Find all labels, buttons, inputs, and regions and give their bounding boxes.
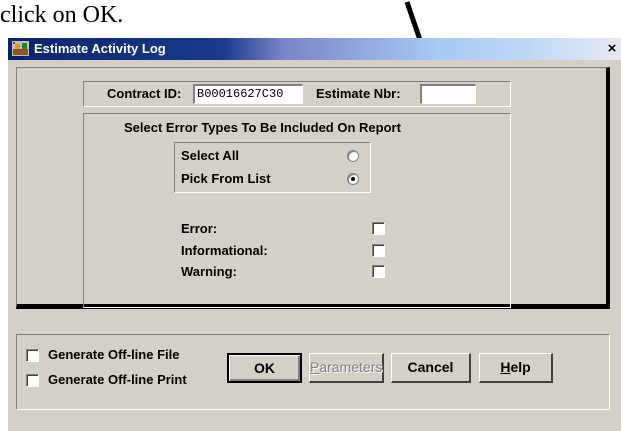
contract-row: Contract ID: B00016627C30 Estimate Nbr: [83, 81, 511, 107]
estimate-nbr-label: Estimate Nbr: [316, 86, 401, 101]
parameters-button[interactable]: Parameters [309, 353, 384, 383]
cancel-button-label: Cancel [407, 359, 454, 375]
options-panel: Generate Off-line File Generate Off-line… [16, 334, 610, 410]
warning-checkbox[interactable] [372, 265, 385, 278]
instruction-caption: click on OK. [0, 2, 124, 28]
title-bar[interactable]: Estimate Activity Log × [8, 38, 621, 60]
select-all-radio[interactable] [347, 150, 359, 162]
offline-print-checkbox[interactable] [26, 374, 39, 387]
selection-mode-group: Select All Pick From List [174, 142, 371, 193]
error-types-group: Select Error Types To Be Included On Rep… [83, 113, 511, 308]
parameters-button-label: Parameters [310, 359, 383, 375]
error-types-heading: Select Error Types To Be Included On Rep… [124, 120, 401, 135]
ok-button-label: OK [254, 360, 275, 376]
error-checkbox[interactable] [372, 222, 385, 235]
offline-print-label: Generate Off-line Print [48, 372, 187, 387]
pick-from-list-radio[interactable] [347, 173, 359, 185]
help-button[interactable]: Help [479, 353, 553, 383]
contract-id-field[interactable]: B00016627C30 [193, 84, 303, 104]
estimate-nbr-field[interactable] [420, 84, 476, 104]
error-label: Error: [181, 221, 218, 236]
close-icon[interactable]: × [603, 40, 621, 58]
offline-file-checkbox[interactable] [26, 349, 39, 362]
informational-label: Informational: [181, 243, 268, 258]
select-all-label: Select All [181, 148, 240, 163]
radio-selected-dot [351, 177, 355, 181]
pick-from-list-label: Pick From List [181, 171, 271, 186]
contract-id-label: Contract ID: [107, 86, 182, 101]
window-title: Estimate Activity Log [34, 41, 166, 56]
informational-checkbox[interactable] [372, 244, 385, 257]
cancel-button[interactable]: Cancel [391, 353, 471, 383]
offline-file-label: Generate Off-line File [48, 347, 180, 362]
estimate-activity-log-window: Estimate Activity Log × Contract ID: B00… [8, 38, 621, 431]
help-button-label: Help [500, 359, 531, 375]
ok-button[interactable]: OK [227, 353, 302, 383]
warning-label: Warning: [181, 264, 237, 279]
app-icon [12, 41, 29, 56]
